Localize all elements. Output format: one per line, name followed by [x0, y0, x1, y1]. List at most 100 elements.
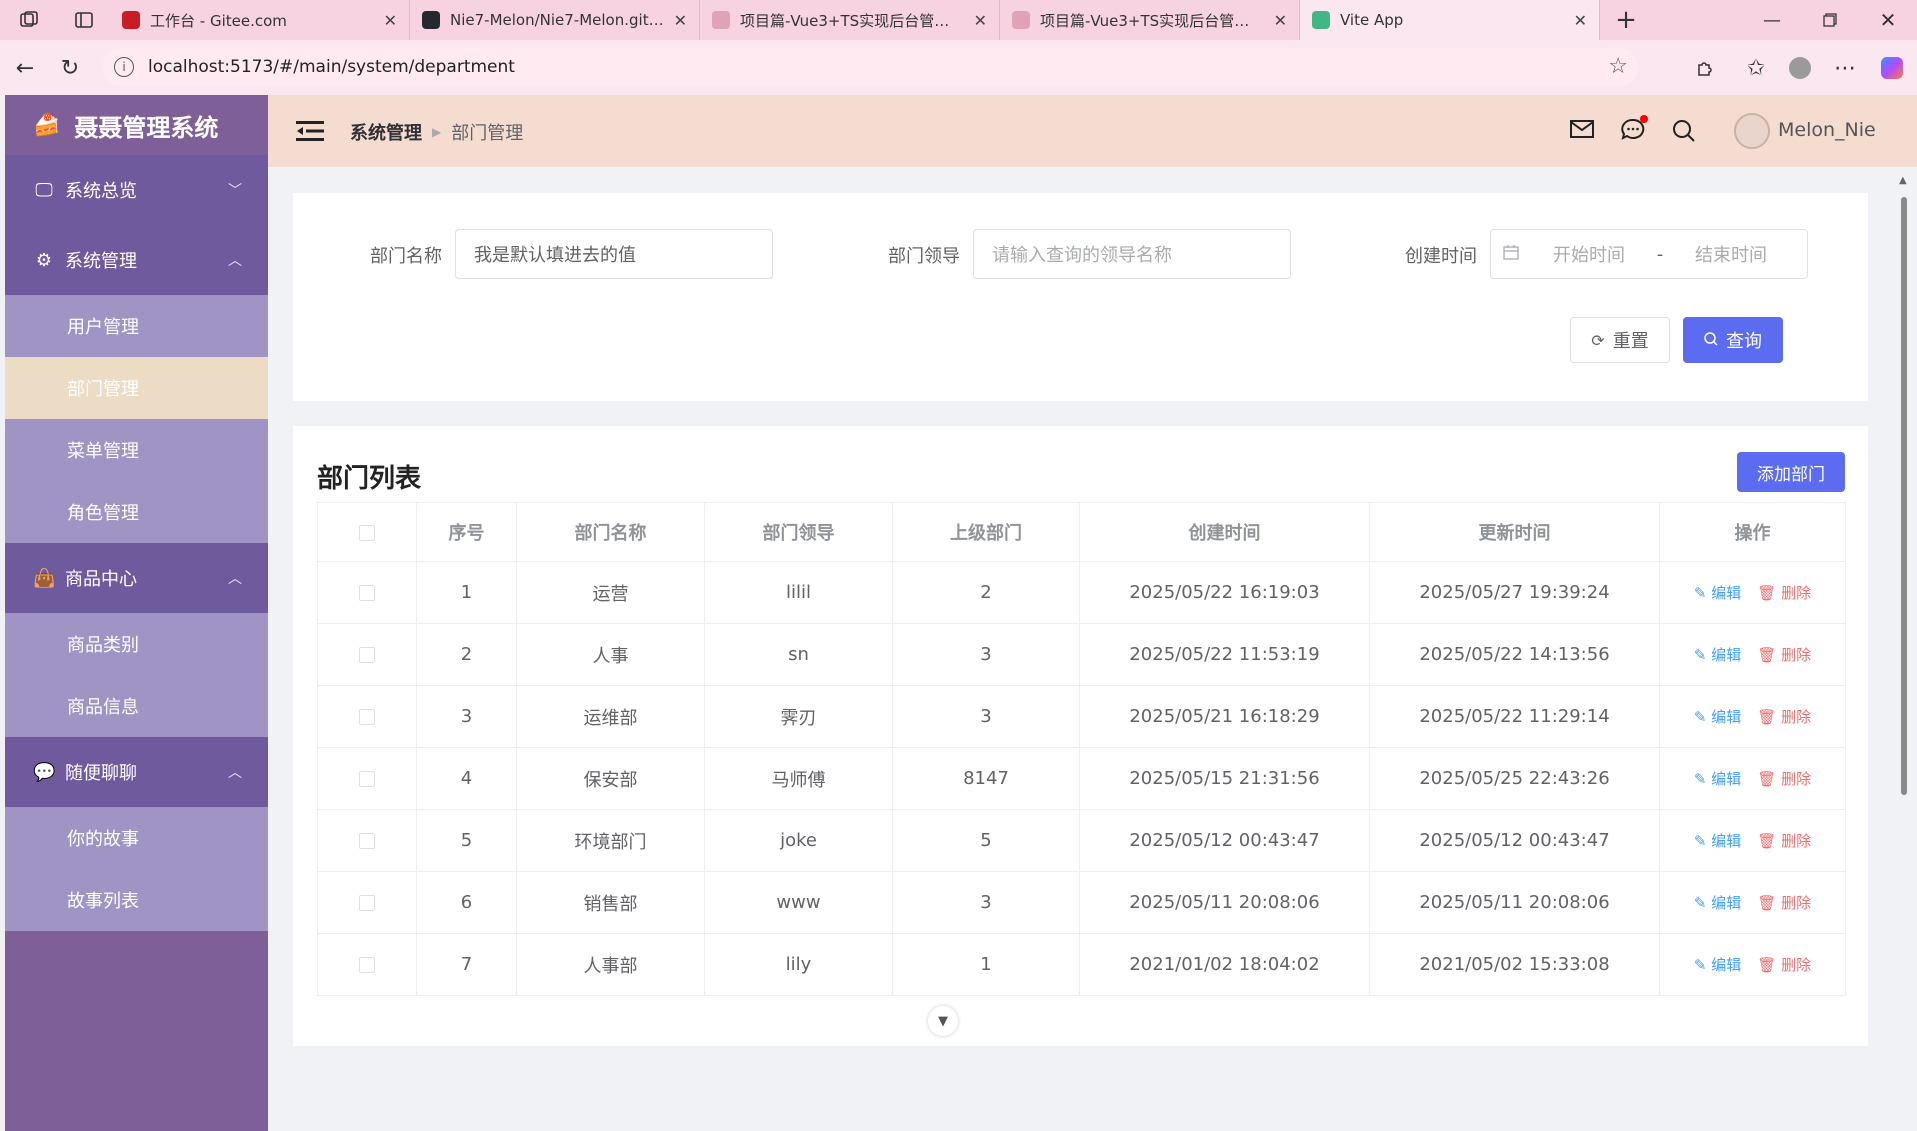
row-checkbox[interactable] — [359, 833, 375, 849]
copilot-icon[interactable] — [1872, 48, 1912, 88]
menu-item[interactable]: 部门管理 — [5, 357, 268, 419]
row-checkbox-cell[interactable] — [317, 685, 417, 748]
refresh-icon[interactable]: ↻ — [50, 48, 90, 88]
edit-button[interactable]: ✎ 编辑 — [1694, 770, 1741, 788]
close-tab-icon[interactable]: ✕ — [384, 11, 397, 30]
cell-parent: 5 — [892, 809, 1080, 872]
menu-item[interactable]: 商品信息 — [5, 675, 268, 737]
start-date-input[interactable]: 开始时间 — [1537, 241, 1641, 267]
tab-actions-icon[interactable] — [58, 0, 110, 40]
browser-tab[interactable]: 项目篇-Vue3+TS实现后台管理系统 ✕ — [700, 0, 1000, 40]
delete-button[interactable]: 🗑 删除 — [1757, 646, 1811, 664]
leader-input[interactable]: 请输入查询的领导名称 — [973, 229, 1291, 279]
menu-group[interactable]: ⚙ 系统管理 ︿ — [5, 225, 268, 295]
browser-tab-title: Vite App — [1340, 11, 1404, 29]
cell-actions: ✎ 编辑 🗑 删除 — [1659, 561, 1846, 624]
table-row: 2 人事 sn 3 2025/05/22 11:53:19 2025/05/22 14:1… — [317, 623, 1846, 686]
reset-button[interactable]: ⟳ 重置 — [1570, 317, 1670, 363]
more-icon[interactable]: ⋯ — [1825, 48, 1865, 88]
add-department-button[interactable]: 添加部门 — [1737, 452, 1845, 492]
restore-icon[interactable] — [1801, 0, 1859, 40]
mail-icon[interactable] — [1570, 119, 1594, 143]
sidebar-empty-area — [5, 931, 268, 1131]
cell-updated: 2025/05/12 00:43:47 — [1369, 809, 1660, 872]
browser-tab[interactable]: Nie7-Melon/Nie7-Melon.github.io ✕ — [410, 0, 700, 40]
menu-item[interactable]: 你的故事 — [5, 807, 268, 869]
delete-button[interactable]: 🗑 删除 — [1757, 770, 1811, 788]
row-checkbox[interactable] — [359, 709, 375, 725]
browser-tab[interactable]: 工作台 - Gitee.com ✕ — [110, 0, 410, 40]
delete-button[interactable]: 🗑 删除 — [1757, 956, 1811, 974]
browser-tab[interactable]: 项目篇-Vue3+TS实现后台管理系统 ✕ — [1000, 0, 1300, 40]
favorite-star-icon[interactable]: ☆ — [1608, 54, 1628, 79]
dept-name-input[interactable]: 我是默认填进去的值 — [455, 229, 773, 279]
back-icon[interactable]: ← — [5, 48, 45, 88]
cell-name: 运营 — [516, 561, 705, 624]
edit-button[interactable]: ✎ 编辑 — [1694, 584, 1741, 602]
menu-item[interactable]: 角色管理 — [5, 481, 268, 543]
breadcrumb-parent[interactable]: 系统管理 — [350, 119, 422, 145]
edit-button[interactable]: ✎ 编辑 — [1694, 956, 1741, 974]
row-checkbox-cell[interactable] — [317, 561, 417, 624]
site-info-icon[interactable]: i — [114, 57, 134, 77]
row-checkbox-cell[interactable] — [317, 933, 417, 996]
menu-item[interactable]: 菜单管理 — [5, 419, 268, 481]
date-range-picker[interactable]: 开始时间 - 结束时间 — [1490, 229, 1808, 279]
minimize-icon[interactable]: — — [1743, 0, 1801, 40]
username[interactable]: Melon_Nie — [1778, 119, 1876, 141]
page-scrollbar[interactable]: ▲ — [1899, 175, 1909, 795]
scrollbar-thumb[interactable] — [1901, 197, 1907, 795]
close-tab-icon[interactable]: ✕ — [1274, 11, 1287, 30]
dept-name-label: 部门名称 — [370, 246, 442, 267]
close-tab-icon[interactable]: ✕ — [974, 11, 987, 30]
message-icon[interactable] — [1620, 115, 1648, 145]
edit-button[interactable]: ✎ 编辑 — [1694, 894, 1741, 912]
select-all-checkbox-cell[interactable] — [317, 502, 417, 562]
delete-button[interactable]: 🗑 删除 — [1757, 584, 1811, 602]
select-all-checkbox[interactable] — [359, 524, 375, 541]
trash-icon: 🗑 — [1757, 646, 1777, 664]
row-checkbox-cell[interactable] — [317, 747, 417, 810]
cell-created: 2025/05/22 11:53:19 — [1079, 623, 1370, 686]
search-icon[interactable] — [1672, 119, 1696, 147]
row-checkbox[interactable] — [359, 771, 375, 787]
browser-tab[interactable]: Vite App ✕ — [1300, 0, 1600, 40]
edit-button[interactable]: ✎ 编辑 — [1694, 832, 1741, 850]
workspaces-icon[interactable] — [0, 0, 58, 40]
menu-group[interactable]: 💬 随便聊聊 ︿ — [5, 737, 268, 807]
chevron-down-icon: ﹀ — [228, 183, 242, 199]
scroll-up-arrow-icon[interactable]: ▲ — [1899, 175, 1907, 186]
row-checkbox[interactable] — [359, 585, 375, 601]
fold-menu-icon[interactable] — [296, 119, 324, 147]
delete-button[interactable]: 🗑 删除 — [1757, 708, 1811, 726]
row-checkbox-cell[interactable] — [317, 623, 417, 686]
cell-created: 2025/05/15 21:31:56 — [1079, 747, 1370, 810]
delete-button[interactable]: 🗑 删除 — [1757, 894, 1811, 912]
edit-button[interactable]: ✎ 编辑 — [1694, 646, 1741, 664]
url-field[interactable]: i localhost:5173/#/main/system/departmen… — [102, 48, 1638, 86]
user-avatar[interactable] — [1734, 113, 1770, 149]
menu-item[interactable]: 用户管理 — [5, 295, 268, 357]
monitor-icon: 🖵 — [35, 179, 53, 201]
new-tab-icon[interactable]: + — [1606, 0, 1646, 40]
menu-item[interactable]: 故事列表 — [5, 869, 268, 931]
delete-button[interactable]: 🗑 删除 — [1757, 832, 1811, 850]
row-checkbox-cell[interactable] — [317, 809, 417, 872]
row-checkbox[interactable] — [359, 895, 375, 911]
scroll-down-indicator-icon[interactable]: ▼ — [928, 1006, 958, 1036]
close-window-icon[interactable]: ✕ — [1859, 0, 1917, 40]
close-tab-icon[interactable]: ✕ — [1574, 11, 1587, 30]
menu-group[interactable]: 👜 商品中心 ︿ — [5, 543, 268, 613]
favorites-icon[interactable]: ✩ — [1736, 48, 1776, 88]
row-checkbox[interactable] — [359, 957, 375, 973]
query-button[interactable]: 查询 — [1683, 317, 1783, 363]
menu-item[interactable]: 商品类别 — [5, 613, 268, 675]
row-checkbox-cell[interactable] — [317, 871, 417, 934]
row-checkbox[interactable] — [359, 647, 375, 663]
edit-button[interactable]: ✎ 编辑 — [1694, 708, 1741, 726]
close-tab-icon[interactable]: ✕ — [674, 11, 687, 30]
profile-icon[interactable] — [1780, 48, 1820, 88]
menu-group[interactable]: 🖵 系统总览 ﹀ — [5, 155, 268, 225]
end-date-input[interactable]: 结束时间 — [1679, 241, 1783, 267]
extensions-icon[interactable] — [1685, 48, 1725, 88]
